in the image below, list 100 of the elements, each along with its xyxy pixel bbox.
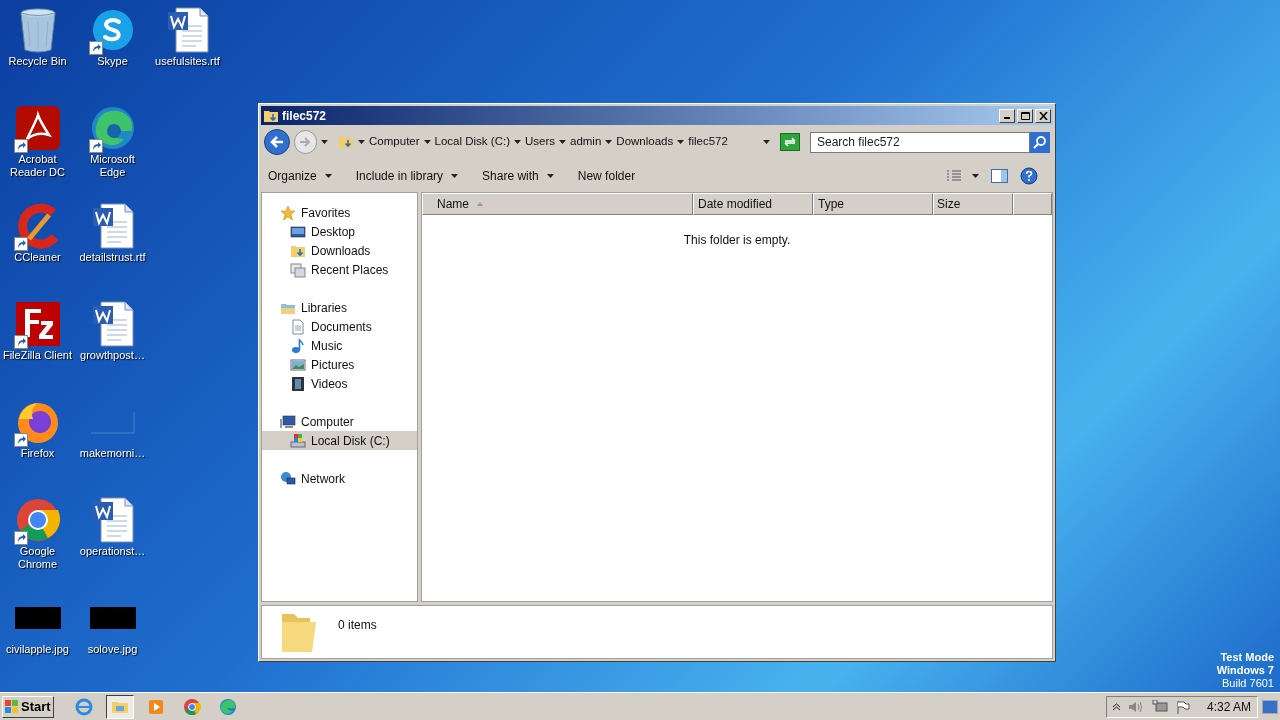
search-button[interactable] xyxy=(1030,131,1050,153)
desktop-icon[interactable]: Acrobat Reader DC xyxy=(0,103,75,201)
nav-item[interactable]: Desktop xyxy=(262,222,417,241)
film-icon xyxy=(290,375,306,392)
picture-icon xyxy=(290,356,306,373)
flag-icon[interactable] xyxy=(1176,699,1190,714)
desktop-icon[interactable]: growthpost… xyxy=(75,299,150,397)
desktop-icon[interactable]: civilapple.jpg xyxy=(0,593,75,691)
edge-browser-icon xyxy=(219,697,237,716)
nav-group[interactable]: Libraries xyxy=(262,298,417,317)
toolbar-button[interactable]: New folder xyxy=(575,166,638,185)
star-icon xyxy=(280,204,296,221)
preview-pane-button[interactable] xyxy=(991,168,1008,183)
close-button[interactable] xyxy=(1035,108,1051,123)
search-icon xyxy=(1033,135,1047,149)
minimize-button[interactable] xyxy=(999,108,1015,123)
start-button[interactable]: Start xyxy=(2,695,54,718)
desktop-icon[interactable]: Microsoft Edge xyxy=(75,103,150,201)
breadcrumb-item[interactable]: Users xyxy=(524,133,555,151)
desktop-icon[interactable]: Skype xyxy=(75,5,150,103)
maximize-button[interactable] xyxy=(1017,108,1033,123)
column-header[interactable]: Size xyxy=(933,193,1013,215)
desktop-icon[interactable]: solove.jpg xyxy=(75,593,150,691)
desktop-icon[interactable]: operationst… xyxy=(75,495,150,593)
breadcrumb-item[interactable]: admin xyxy=(570,133,602,151)
word-document-icon xyxy=(90,300,135,348)
caret-icon xyxy=(423,140,431,144)
skype-icon xyxy=(90,8,135,52)
show-desktop-button[interactable] xyxy=(1262,699,1278,714)
toolbar-button[interactable]: Organize xyxy=(266,166,334,185)
breadcrumb-item[interactable]: Local Disk (C:) xyxy=(434,133,510,151)
help-icon xyxy=(1020,166,1038,185)
desktop-icon[interactable]: Google Chrome xyxy=(0,495,75,593)
nav-group-label: Network xyxy=(301,470,345,488)
view-options-button[interactable] xyxy=(946,169,979,182)
toolbar-button[interactable]: Share with xyxy=(480,166,556,185)
column-header[interactable]: Date modified xyxy=(693,193,813,215)
nav-item[interactable]: Recent Places xyxy=(262,260,417,279)
word-document-icon xyxy=(90,202,135,250)
caret-icon xyxy=(321,140,329,144)
window-title: filec572 xyxy=(282,107,327,125)
word-document-icon xyxy=(165,6,210,54)
item-count-text: 0 items xyxy=(338,617,377,634)
os-notice-text: Windows 7 xyxy=(1216,664,1274,677)
column-header[interactable]: Name xyxy=(422,193,693,215)
nav-item[interactable]: Local Disk (C:) xyxy=(262,431,417,450)
breadcrumb-item[interactable]: Computer xyxy=(369,133,420,151)
hard-disk-icon xyxy=(290,432,306,449)
network-status-icon[interactable] xyxy=(1152,699,1168,714)
network-icon xyxy=(280,470,296,487)
caret-icon xyxy=(513,140,521,144)
toolbar-button[interactable]: Include in library xyxy=(353,166,461,185)
caret-icon xyxy=(677,140,685,144)
chevron-up-icon[interactable] xyxy=(1113,702,1120,711)
back-button[interactable] xyxy=(264,129,290,155)
nav-item-label: Downloads xyxy=(311,242,371,260)
taskbar-app-button[interactable] xyxy=(106,694,134,719)
caret-icon xyxy=(763,140,771,144)
desktop-icon[interactable]: detailstrust.rtf xyxy=(75,201,150,299)
internet-explorer-icon xyxy=(75,697,93,716)
clock-text[interactable]: 4:32 AM xyxy=(1206,697,1251,716)
details-view-icon xyxy=(946,169,962,182)
search-field[interactable]: Search filec572 xyxy=(810,131,1030,153)
nav-item-label: Documents xyxy=(311,318,372,336)
nav-item-label: Local Disk (C:) xyxy=(311,432,390,450)
nav-item[interactable]: Videos xyxy=(262,374,417,393)
nav-group[interactable]: Computer xyxy=(262,412,417,431)
nav-group[interactable]: Favorites xyxy=(262,203,417,222)
breadcrumb-item[interactable]: Downloads xyxy=(616,133,674,151)
nav-item-label: Videos xyxy=(311,375,348,393)
empty-folder-message: This folder is empty. xyxy=(683,232,791,249)
desktop-icon[interactable]: makemorni… xyxy=(75,397,150,495)
desktop-icon[interactable]: Firefox xyxy=(0,397,75,495)
caret-icon xyxy=(358,140,366,144)
desktop-icon[interactable]: usefulsites.rtf xyxy=(150,5,225,103)
desktop-icon xyxy=(290,223,306,240)
nav-group[interactable]: Network xyxy=(262,469,417,488)
caret-icon xyxy=(972,173,979,178)
nav-item[interactable]: Music xyxy=(262,336,417,355)
image-thumbnail-icon xyxy=(89,607,136,629)
desktop-icon[interactable]: CCleaner xyxy=(0,201,75,299)
column-header[interactable]: Type xyxy=(813,193,933,215)
chrome-icon xyxy=(14,497,61,543)
nav-item[interactable]: Pictures xyxy=(262,355,417,374)
refresh-button[interactable] xyxy=(780,133,800,151)
nav-item-label: Pictures xyxy=(311,356,355,374)
desktop-icon[interactable]: FileZilla Client xyxy=(0,299,75,397)
nav-item[interactable]: Downloads xyxy=(262,241,417,260)
downloads-folder-icon xyxy=(338,134,355,150)
minimize-icon xyxy=(1004,117,1010,119)
refresh-icon xyxy=(784,137,797,147)
help-button[interactable] xyxy=(1020,166,1038,185)
word-document-icon xyxy=(90,496,135,544)
document-icon xyxy=(290,318,306,335)
nav-item[interactable]: Documents xyxy=(262,317,417,336)
desktop-icon[interactable]: Recycle Bin xyxy=(0,5,75,103)
maximize-icon xyxy=(1020,111,1030,120)
nav-group-label: Favorites xyxy=(301,204,351,222)
music-note-icon xyxy=(290,337,306,354)
breadcrumb-item[interactable]: filec572 xyxy=(688,133,728,151)
